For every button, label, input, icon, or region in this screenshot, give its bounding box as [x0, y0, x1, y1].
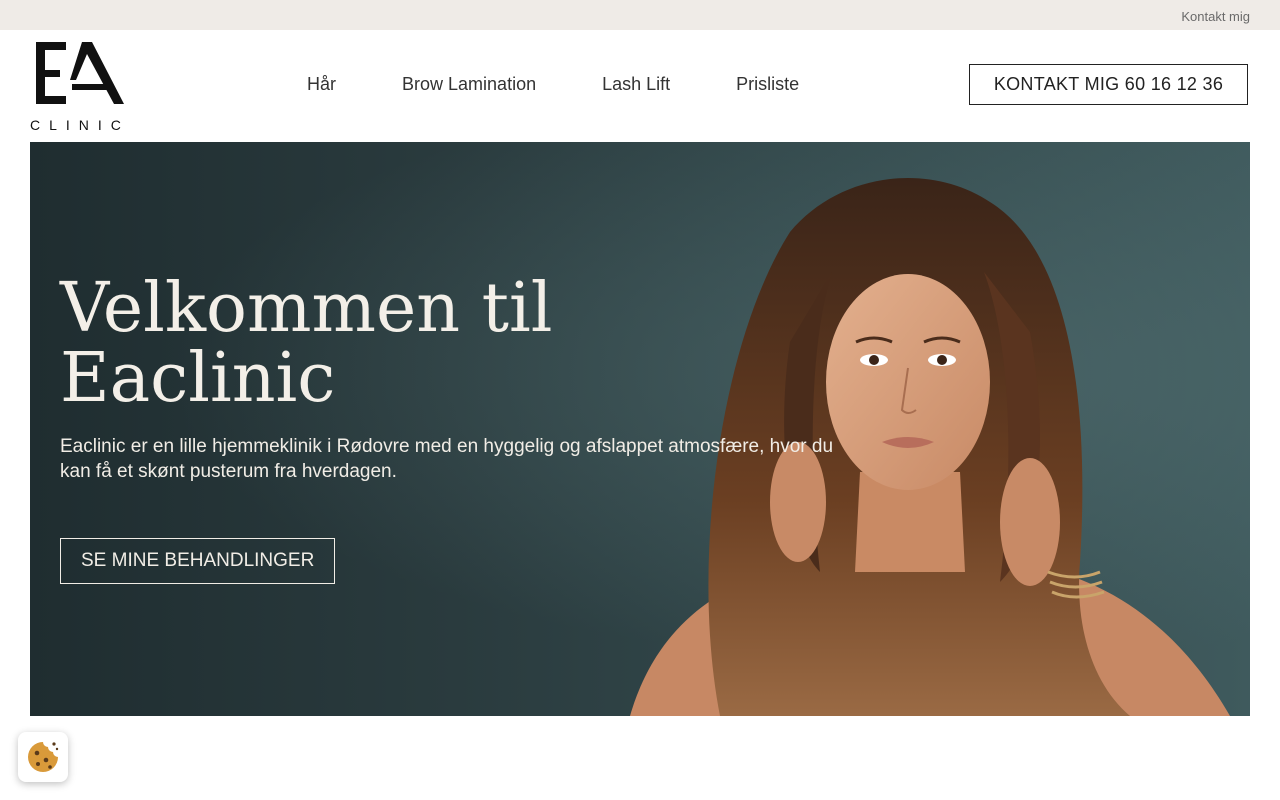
- cookie-settings-button[interactable]: [18, 732, 68, 782]
- main-nav: Hår Brow Lamination Lash Lift Prisliste: [307, 74, 865, 95]
- hero-description: Eaclinic er en lille hjemmeklinik i Rødo…: [60, 436, 834, 482]
- logo-text: CLINIC: [30, 117, 130, 133]
- see-treatments-button[interactable]: SE MINE BEHANDLINGER: [60, 538, 336, 584]
- site-header: CLINIC Hår Brow Lamination Lash Lift Pri…: [0, 30, 1280, 142]
- nav-item-lash-lift[interactable]: Lash Lift: [602, 74, 670, 95]
- nav-item-har[interactable]: Hår: [307, 74, 336, 95]
- logo[interactable]: CLINIC: [30, 40, 130, 133]
- nav-item-prisliste[interactable]: Prisliste: [736, 74, 799, 95]
- hero-title-line1: Velkommen til: [60, 269, 553, 348]
- hero-title: Velkommen til Eaclinic: [60, 274, 660, 414]
- contact-phone-button[interactable]: KONTAKT MIG 60 16 12 36: [969, 64, 1248, 105]
- hero-portrait-image: [630, 178, 1230, 716]
- hero-section: Velkommen til Eaclinic Eaclinic er en li…: [30, 142, 1250, 716]
- cookie-icon: [28, 742, 59, 772]
- nav-item-brow-lamination[interactable]: Brow Lamination: [402, 74, 536, 95]
- logo-monogram-icon: [36, 42, 124, 104]
- top-utility-bar: Kontakt mig: [0, 0, 1280, 30]
- top-contact-link[interactable]: Kontakt mig: [1181, 9, 1250, 24]
- hero-title-line2: Eaclinic: [60, 339, 336, 418]
